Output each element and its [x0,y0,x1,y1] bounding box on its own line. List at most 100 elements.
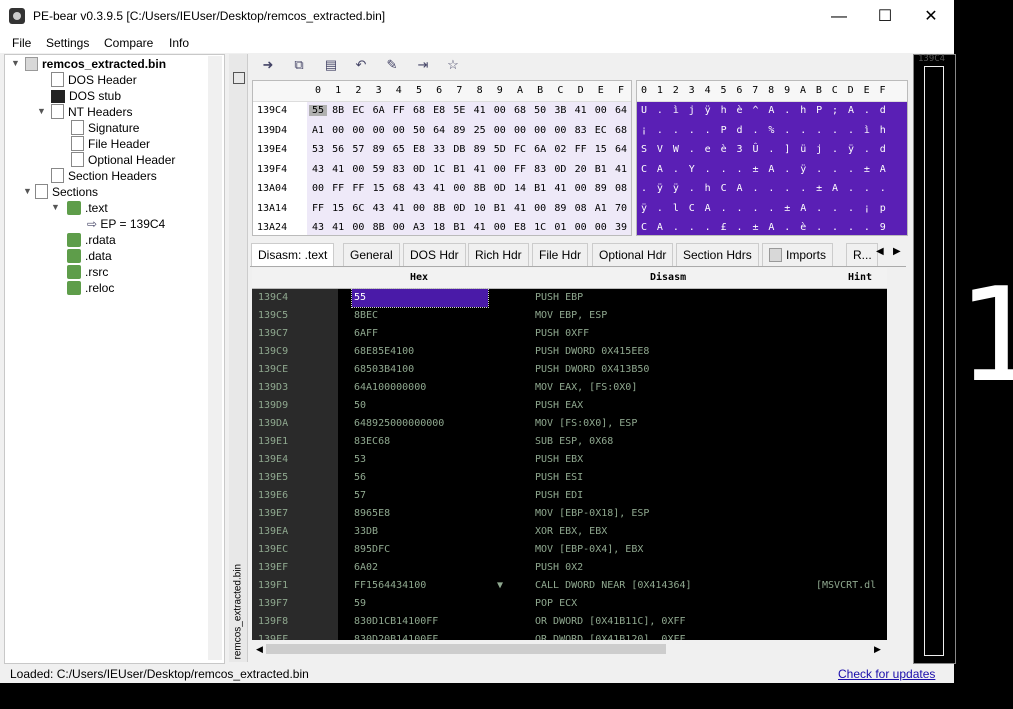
disasm-row[interactable]: 139EC 895DFC MOV [EBP-0X4], EBX [252,541,888,559]
hex-byte[interactable]: 65 [390,144,408,155]
scroll-left-icon[interactable]: ◀ [256,644,263,655]
hex-byte[interactable]: 89 [370,144,388,155]
hex-byte[interactable]: 41 [471,105,489,116]
hscroll-thumb[interactable] [266,644,666,654]
goto-icon[interactable]: ➜ [261,58,275,72]
hex-byte[interactable]: 00 [329,125,347,136]
tree-item-optional-header[interactable]: Optional Header [71,152,175,168]
hex-byte[interactable]: 00 [309,183,327,194]
hex-byte[interactable]: 08 [612,183,630,194]
ascii-row[interactable]: CA...£.±A.è....9 [641,222,896,233]
hex-byte[interactable]: FF [309,203,327,214]
hex-byte[interactable]: B1 [592,164,610,175]
tree-item-section-rsrc[interactable]: .rsrc [67,264,108,280]
tab-scroll-right-icon[interactable]: ▶ [893,246,901,257]
disasm-view[interactable]: Hex Disasm Hint 139C4 55 PUSH EBP 139C5 8BEC… [252,268,888,640]
hex-byte[interactable]: 0D [491,183,509,194]
disasm-row[interactable]: 139E5 56 PUSH ESI [252,469,888,487]
disasm-row[interactable]: 139F1 FF1564434100 CALL DWORD NEAR [0X4143… [252,577,888,595]
disasm-row[interactable]: 139F7 59 POP ECX [252,595,888,613]
hex-byte[interactable]: 00 [592,105,610,116]
disasm-row[interactable]: 139E6 57 PUSH EDI [252,487,888,505]
collapse-arrow-icon[interactable]: ▼ [37,106,46,116]
hex-byte[interactable]: A3 [410,222,428,233]
tab-dos-hdr[interactable]: DOS Hdr [403,243,466,266]
hex-byte[interactable]: 43 [309,222,327,233]
tree-item-signature[interactable]: Signature [71,120,139,136]
pin-icon[interactable]: ✎ [385,58,399,72]
hex-byte[interactable]: 59 [370,164,388,175]
disasm-row[interactable]: 139EA 33DB XOR EBX, EBX [252,523,888,541]
hex-byte[interactable]: 00 [511,125,529,136]
hex-byte[interactable]: 89 [450,125,468,136]
col-disasm[interactable]: Disasm [650,272,686,283]
hex-byte[interactable]: 8B [430,203,448,214]
hex-byte[interactable]: 68 [612,125,630,136]
hex-byte[interactable]: 00 [349,164,367,175]
tab-imports[interactable]: Imports [762,243,834,266]
hex-byte[interactable]: 20 [572,164,590,175]
menu-settings[interactable]: Settings [46,36,89,50]
hex-byte[interactable]: FF [572,144,590,155]
hex-byte[interactable]: 41 [471,222,489,233]
hex-byte[interactable]: 41 [612,164,630,175]
ascii-view[interactable]: 0123456789ABCDEF U.ìjÿhè^A.hP;A.d ¡....Pd… [636,80,908,236]
hex-byte[interactable]: 1C [531,222,549,233]
tree-item-section-text[interactable]: .text [67,200,108,216]
hex-byte[interactable]: 64 [430,125,448,136]
hex-byte[interactable]: FF [349,183,367,194]
hex-byte[interactable]: 0D [410,164,428,175]
tree-item-section-rdata[interactable]: .rdata [67,232,116,248]
hex-byte[interactable]: 25 [471,125,489,136]
copy-icon[interactable]: ▤ [324,58,338,72]
hex-byte[interactable]: 8B [370,222,388,233]
move-icon[interactable]: ⇥ [416,58,430,72]
tree-item-section-reloc[interactable]: .reloc [67,280,114,296]
hex-byte[interactable]: 0D [450,203,468,214]
hex-byte[interactable]: E8 [410,144,428,155]
hex-byte[interactable]: 68 [390,183,408,194]
tree-item-file-header[interactable]: File Header [71,136,150,152]
disasm-row[interactable]: 139E7 8965E8 MOV [EBP-0X18], ESP [252,505,888,523]
hex-byte[interactable]: 55 [309,105,327,116]
hex-byte[interactable]: 8B [329,105,347,116]
minimize-button[interactable]: — [816,0,862,33]
hex-byte[interactable]: 83 [390,164,408,175]
hex-byte[interactable]: E8 [430,105,448,116]
tab-general[interactable]: General [343,243,400,266]
hex-byte[interactable]: 14 [511,183,529,194]
ascii-row[interactable]: CA.Y...±A.ÿ...±A [641,164,896,175]
hex-byte[interactable]: 39 [612,222,630,233]
hex-byte[interactable]: 43 [410,183,428,194]
hex-byte[interactable]: A1 [309,125,327,136]
hex-view[interactable]: 0123456789ABCDEF 139C4 55 8B EC 6A FF 68 E8 5E 41… [252,80,632,236]
collapse-arrow-icon[interactable]: ▼ [51,202,60,212]
hex-byte[interactable]: 41 [572,105,590,116]
ascii-row[interactable]: ¡....Pd.%.....ìh [641,125,896,136]
hex-byte[interactable]: 00 [370,125,388,136]
hex-byte[interactable]: 01 [551,222,569,233]
tab-resources[interactable]: R... [846,243,878,266]
hex-byte[interactable]: 33 [430,144,448,155]
hex-byte[interactable]: 00 [410,203,428,214]
hex-byte[interactable]: 8B [471,183,489,194]
collapse-arrow-icon[interactable]: ▼ [23,186,32,196]
hex-byte[interactable]: 18 [430,222,448,233]
disasm-row[interactable]: 139F8 830D1CB14100FF OR DWORD [0X41B11C], … [252,613,888,631]
hex-byte[interactable]: 5E [450,105,468,116]
ascii-row[interactable]: .ÿÿ.hCA....±A... [641,183,896,194]
hex-byte[interactable]: B1 [450,164,468,175]
star-icon[interactable]: ☆ [446,58,460,72]
hex-byte[interactable]: 5D [491,144,509,155]
hex-byte[interactable]: E8 [511,222,529,233]
hex-byte[interactable]: DB [450,144,468,155]
hex-byte[interactable]: B1 [450,222,468,233]
hex-byte[interactable]: 00 [390,125,408,136]
menu-compare[interactable]: Compare [104,36,153,50]
tree-item-section-data[interactable]: .data [67,248,112,264]
hex-byte[interactable]: 41 [329,164,347,175]
hex-byte[interactable]: 41 [551,183,569,194]
export-icon[interactable]: ⧉ [292,58,306,72]
tab-optional-hdr[interactable]: Optional Hdr [592,243,674,266]
hex-byte[interactable]: 68 [410,105,428,116]
